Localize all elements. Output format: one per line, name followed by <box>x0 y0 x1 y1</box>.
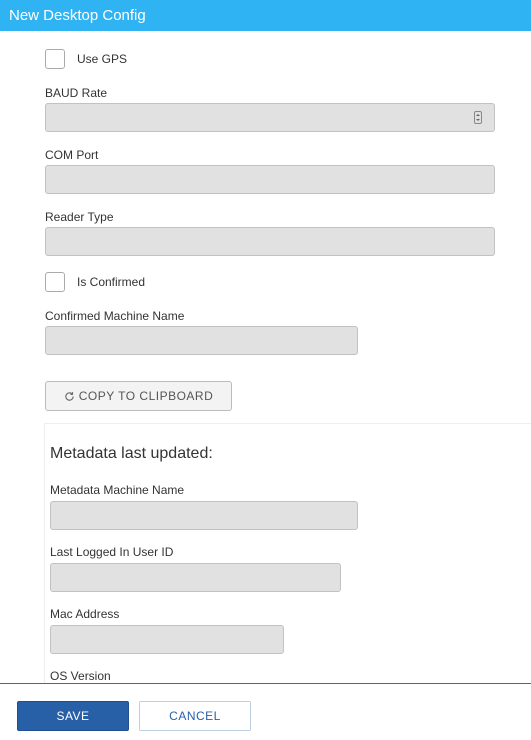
com-port-input[interactable] <box>45 165 495 194</box>
use-gps-label: Use GPS <box>77 52 128 66</box>
save-button[interactable]: SAVE <box>17 701 129 731</box>
metadata-machine-name-label: Metadata Machine Name <box>50 483 185 497</box>
metadata-heading: Metadata last updated: <box>50 445 213 462</box>
mac-address-input[interactable] <box>50 625 284 654</box>
is-confirmed-label: Is Confirmed <box>77 275 146 289</box>
window-title: New Desktop Config <box>0 0 531 31</box>
reader-type-input[interactable] <box>45 227 495 256</box>
os-version-label: OS Version <box>50 669 111 683</box>
copy-to-clipboard-button[interactable]: COPY TO CLIPBOARD <box>45 381 232 411</box>
reader-type-label: Reader Type <box>45 210 114 224</box>
refresh-icon <box>65 391 74 401</box>
last-logged-in-user-id-input[interactable] <box>50 563 341 592</box>
baud-rate-label: BAUD Rate <box>45 86 108 100</box>
copy-to-clipboard-label: COPY TO CLIPBOARD <box>78 389 214 403</box>
baud-rate-select[interactable] <box>45 103 495 132</box>
metadata-machine-name-input[interactable] <box>50 501 358 530</box>
com-port-label: COM Port <box>45 148 99 162</box>
is-confirmed-checkbox[interactable] <box>45 272 65 292</box>
last-logged-in-user-id-label: Last Logged In User ID <box>50 545 174 559</box>
confirmed-machine-name-label: Confirmed Machine Name <box>45 309 185 323</box>
metadata-panel: Metadata last updated: Metadata Machine … <box>44 423 531 683</box>
mac-address-label: Mac Address <box>50 607 120 621</box>
dialog-footer: SAVE CANCEL <box>0 683 531 740</box>
select-arrows-icon <box>474 111 482 124</box>
confirmed-machine-name-input[interactable] <box>45 326 358 355</box>
cancel-button[interactable]: CANCEL <box>139 701 251 731</box>
use-gps-checkbox[interactable] <box>45 49 65 69</box>
form-content: Use GPS BAUD Rate COM Port Reader Type I… <box>0 31 531 683</box>
